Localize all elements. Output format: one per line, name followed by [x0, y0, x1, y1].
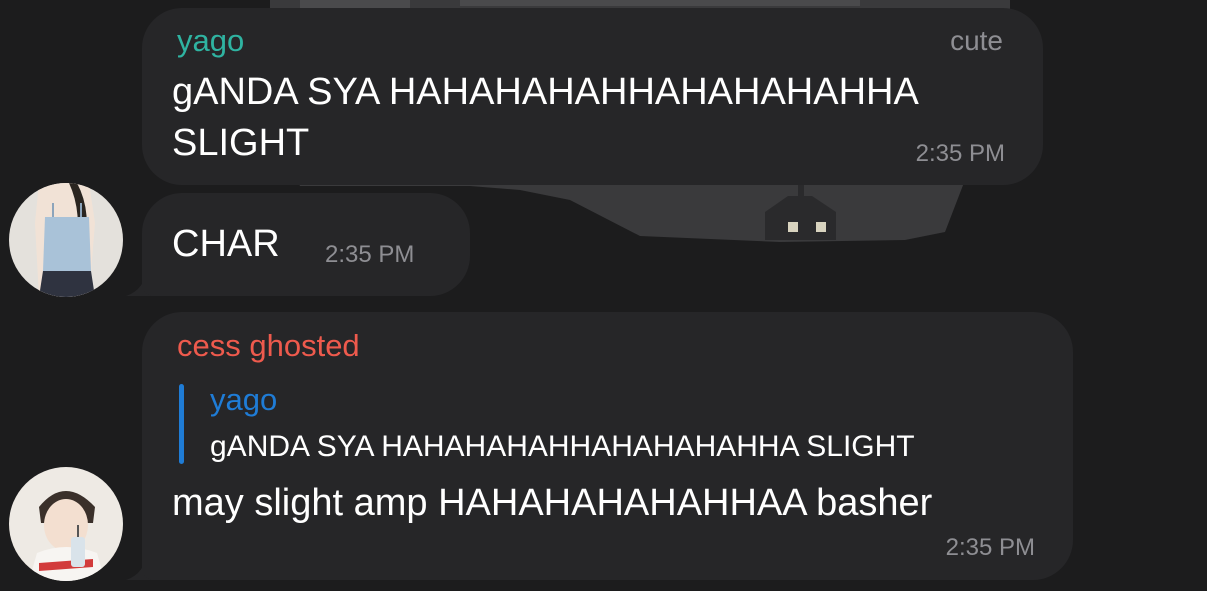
message-text-line-1: gANDA SYA HAHAHAHAHHAHAHAHAHHA [172, 71, 919, 113]
message-bubble-2[interactable]: CHAR 2:35 PM [142, 193, 470, 296]
message-timestamp: 2:35 PM [945, 534, 1035, 561]
member-title: cute [950, 25, 1003, 56]
sender-name[interactable]: cess ghosted [177, 328, 360, 364]
message-bubble-3[interactable]: cess ghosted yago gANDA SYA HAHAHAHAHHAH… [142, 312, 1073, 580]
reply-accent-bar [179, 384, 184, 464]
reply-sender-name[interactable]: yago [210, 382, 277, 418]
message-text: CHAR [172, 223, 280, 265]
avatar-image [9, 183, 123, 297]
reply-preview-text[interactable]: gANDA SYA HAHAHAHAHHAHAHAHAHHA SLIGHT [210, 430, 915, 464]
message-timestamp: 2:35 PM [915, 140, 1005, 167]
sender-avatar[interactable] [9, 183, 123, 297]
message-bubble-1[interactable]: yago cute gANDA SYA HAHAHAHAHHAHAHAHAHHA… [142, 8, 1043, 185]
sender-name[interactable]: yago [177, 23, 244, 59]
sender-avatar[interactable] [9, 467, 123, 581]
message-text-line-2: SLIGHT [172, 122, 310, 164]
avatar-image [9, 467, 123, 581]
message-timestamp: 2:35 PM [325, 241, 415, 268]
message-text: may slight amp HAHAHAHAHAHHAA basher [172, 482, 933, 524]
